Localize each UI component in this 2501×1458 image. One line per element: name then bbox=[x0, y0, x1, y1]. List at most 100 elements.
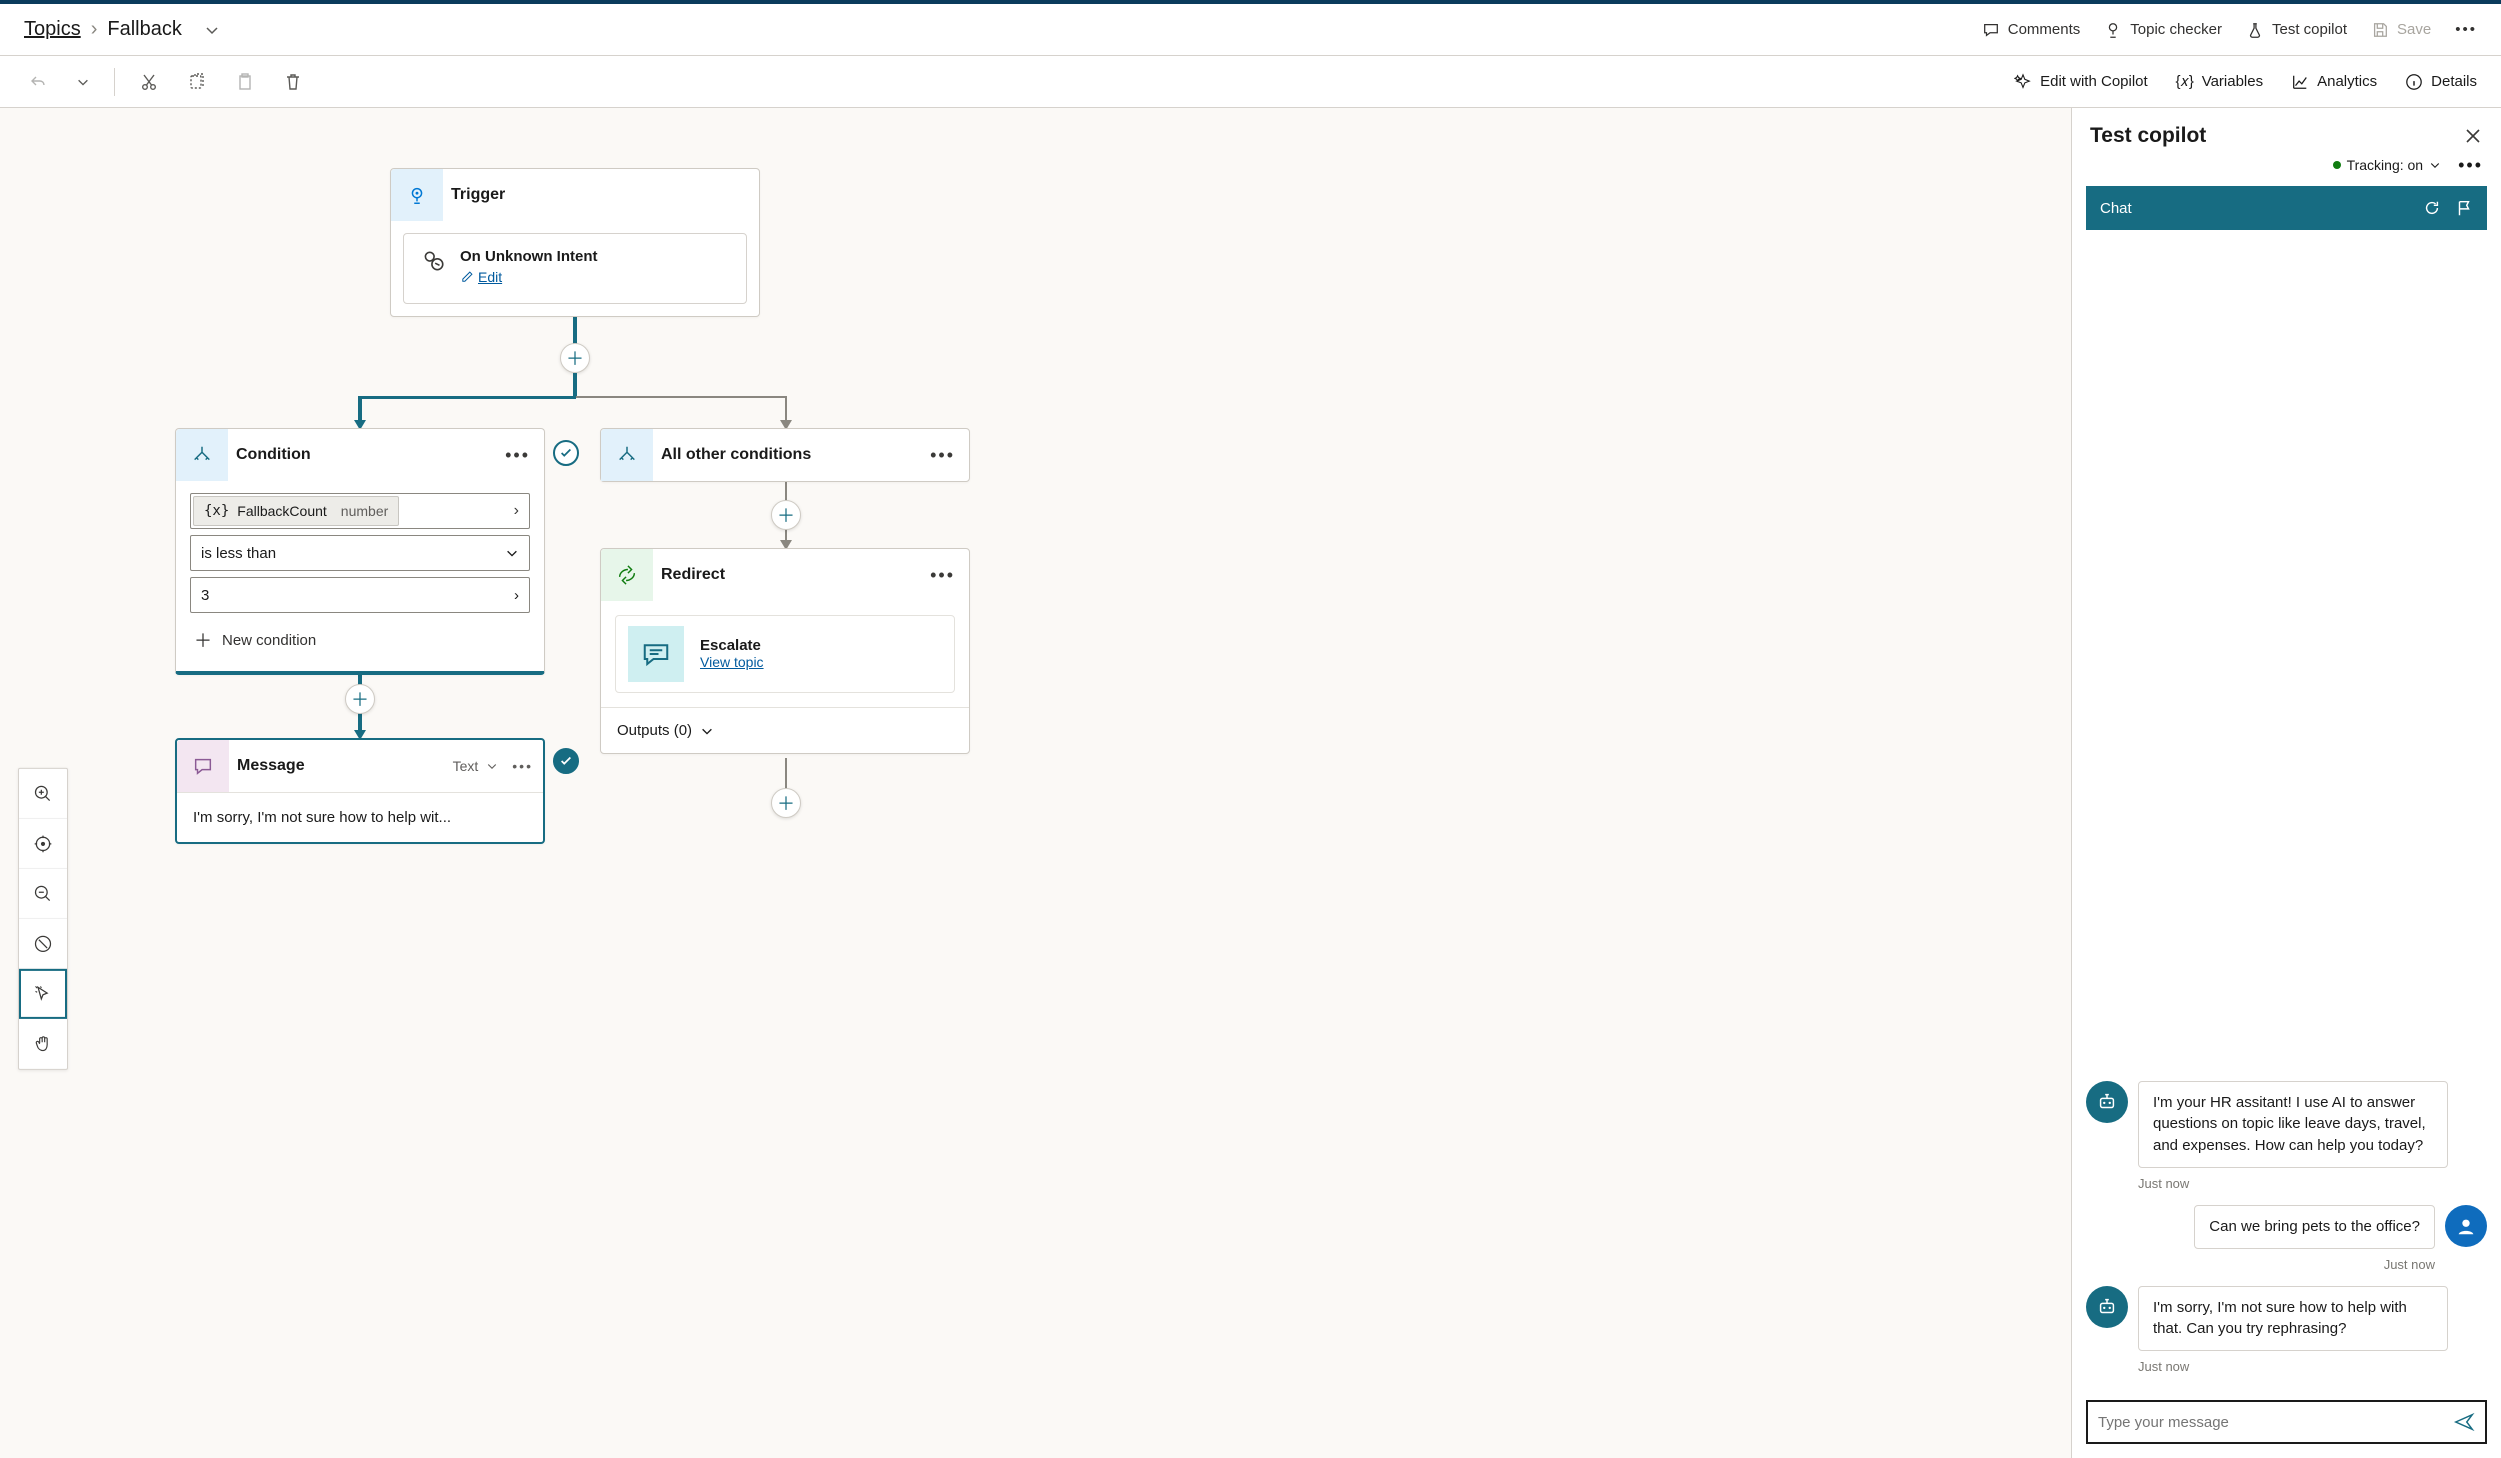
canvas-zoom-toolbar bbox=[18, 768, 68, 1070]
paste-button bbox=[231, 68, 259, 96]
redirect-overflow[interactable]: ••• bbox=[916, 565, 969, 586]
test-copilot-panel: Test copilot Tracking: on ••• Chat I'm y… bbox=[2071, 108, 2501, 1458]
condition-operator-select[interactable]: is less than bbox=[190, 535, 530, 571]
pan-tool-button[interactable] bbox=[19, 1019, 67, 1069]
condition-label: Condition bbox=[228, 446, 491, 464]
trigger-label: Trigger bbox=[443, 186, 759, 204]
redirect-outputs-toggle[interactable]: Outputs (0) bbox=[601, 707, 969, 753]
add-node-button[interactable]: ＋ bbox=[771, 500, 801, 530]
branch-icon bbox=[176, 429, 228, 481]
chat-transcript: I'm your HR assitant! I use AI to answer… bbox=[2072, 230, 2501, 1392]
undo-history-chevron[interactable] bbox=[72, 71, 94, 93]
cut-button[interactable] bbox=[135, 68, 163, 96]
message-timestamp: Just now bbox=[2138, 1359, 2487, 1374]
breadcrumb-separator: › bbox=[91, 18, 98, 41]
topic-picker-chevron[interactable] bbox=[200, 18, 224, 42]
breadcrumb: Topics › Fallback bbox=[24, 18, 224, 42]
redirect-label: Redirect bbox=[653, 566, 916, 584]
status-dot-icon bbox=[2333, 161, 2341, 169]
save-icon bbox=[2371, 21, 2389, 39]
chat-input[interactable] bbox=[2098, 1414, 2453, 1431]
message-type-chevron[interactable] bbox=[486, 760, 498, 772]
condition-overflow[interactable]: ••• bbox=[491, 445, 544, 466]
bot-message: I'm sorry, I'm not sure how to help with… bbox=[2138, 1286, 2448, 1352]
sparkle-icon bbox=[2014, 73, 2032, 91]
save-button: Save bbox=[2371, 21, 2431, 39]
chat-header: Chat bbox=[2086, 186, 2487, 230]
redirect-topic-name: Escalate bbox=[700, 637, 764, 654]
variable-icon: {𝑥} bbox=[2176, 73, 2194, 91]
zoom-in-button[interactable] bbox=[19, 769, 67, 819]
tracking-toggle[interactable]: Tracking: on bbox=[2328, 154, 2447, 176]
message-node[interactable]: Message Text ••• I'm sorry, I'm not sure… bbox=[175, 738, 545, 844]
flag-button[interactable] bbox=[2455, 199, 2473, 217]
variable-type: number bbox=[341, 503, 388, 519]
user-message: Can we bring pets to the office? bbox=[2194, 1205, 2435, 1249]
message-preview[interactable]: I'm sorry, I'm not sure how to help wit.… bbox=[177, 792, 543, 842]
send-button[interactable] bbox=[2453, 1411, 2475, 1433]
test-panel-title: Test copilot bbox=[2090, 124, 2206, 148]
trigger-event-name: On Unknown Intent bbox=[460, 248, 597, 265]
reset-view-button[interactable] bbox=[19, 919, 67, 969]
message-timestamp: Just now bbox=[2138, 1176, 2487, 1191]
authoring-canvas[interactable]: ＋ ＋ ＋ ＋ bbox=[0, 108, 2071, 1458]
message-timestamp: Just now bbox=[2086, 1257, 2435, 1272]
message-overflow[interactable]: ••• bbox=[512, 758, 533, 774]
topbar-actions: Comments Topic checker Test copilot Save… bbox=[1982, 21, 2477, 39]
fit-to-screen-button[interactable] bbox=[19, 819, 67, 869]
bot-message: I'm your HR assitant! I use AI to answer… bbox=[2138, 1081, 2448, 1168]
topic-checker-icon bbox=[2104, 21, 2122, 39]
all-other-overflow[interactable]: ••• bbox=[916, 445, 969, 466]
details-button[interactable]: Details bbox=[2405, 73, 2477, 91]
breadcrumb-root[interactable]: Topics bbox=[24, 18, 81, 41]
variable-name: FallbackCount bbox=[237, 503, 327, 519]
add-node-button[interactable]: ＋ bbox=[771, 788, 801, 818]
message-type-label: Text bbox=[453, 758, 479, 774]
trigger-node[interactable]: Trigger On Unknown Intent Edit bbox=[390, 168, 760, 317]
branch-icon bbox=[601, 429, 653, 481]
close-panel-button[interactable] bbox=[2463, 126, 2483, 146]
add-node-button[interactable]: ＋ bbox=[345, 684, 375, 714]
bot-avatar-icon bbox=[2086, 1081, 2128, 1123]
condition-value-input[interactable]: 3 › bbox=[190, 577, 530, 613]
restart-chat-button[interactable] bbox=[2423, 199, 2441, 217]
analytics-button[interactable]: Analytics bbox=[2291, 73, 2377, 91]
test-panel-overflow[interactable]: ••• bbox=[2458, 155, 2483, 176]
chevron-right-icon[interactable]: › bbox=[514, 587, 519, 604]
topbar-overflow[interactable]: ••• bbox=[2455, 21, 2477, 38]
intent-icon bbox=[420, 248, 446, 289]
add-node-button[interactable]: ＋ bbox=[560, 343, 590, 373]
trigger-icon bbox=[391, 169, 443, 221]
message-icon bbox=[177, 740, 229, 792]
all-other-conditions-node[interactable]: All other conditions ••• bbox=[600, 428, 970, 482]
secondary-toolbar: Edit with Copilot {𝑥} Variables Analytic… bbox=[0, 56, 2501, 108]
topic-checker-button[interactable]: Topic checker bbox=[2104, 21, 2222, 39]
condition-variable-picker[interactable]: {x} FallbackCount number › bbox=[190, 493, 530, 529]
edit-trigger-link[interactable]: Edit bbox=[460, 269, 502, 285]
variables-button[interactable]: {𝑥} Variables bbox=[2176, 73, 2263, 91]
redirect-node[interactable]: Redirect ••• Escalate View topic bbox=[600, 548, 970, 754]
zoom-out-button[interactable] bbox=[19, 869, 67, 919]
view-topic-link[interactable]: View topic bbox=[700, 654, 764, 670]
top-bar: Topics › Fallback Comments Topic checker… bbox=[0, 0, 2501, 56]
select-tool-button[interactable] bbox=[19, 969, 67, 1019]
comments-button[interactable]: Comments bbox=[1982, 21, 2081, 39]
add-condition-button[interactable]: ＋ New condition bbox=[190, 623, 320, 657]
user-avatar-icon bbox=[2445, 1205, 2487, 1247]
node-status-check bbox=[553, 748, 579, 774]
redirect-icon bbox=[601, 549, 653, 601]
test-copilot-button[interactable]: Test copilot bbox=[2246, 21, 2347, 39]
variable-icon: {x} bbox=[204, 503, 229, 519]
copy-button[interactable] bbox=[183, 68, 211, 96]
info-icon bbox=[2405, 73, 2423, 91]
condition-node[interactable]: Condition ••• {x} FallbackCount number ›… bbox=[175, 428, 545, 675]
chevron-right-icon[interactable]: › bbox=[504, 502, 529, 520]
topic-thumbnail-icon bbox=[628, 626, 684, 682]
edit-with-copilot-button[interactable]: Edit with Copilot bbox=[2014, 73, 2148, 91]
message-label: Message bbox=[229, 757, 453, 775]
bot-avatar-icon bbox=[2086, 1286, 2128, 1328]
analytics-icon bbox=[2291, 73, 2309, 91]
flask-icon bbox=[2246, 21, 2264, 39]
chat-input-container bbox=[2086, 1400, 2487, 1444]
delete-button[interactable] bbox=[279, 68, 307, 96]
